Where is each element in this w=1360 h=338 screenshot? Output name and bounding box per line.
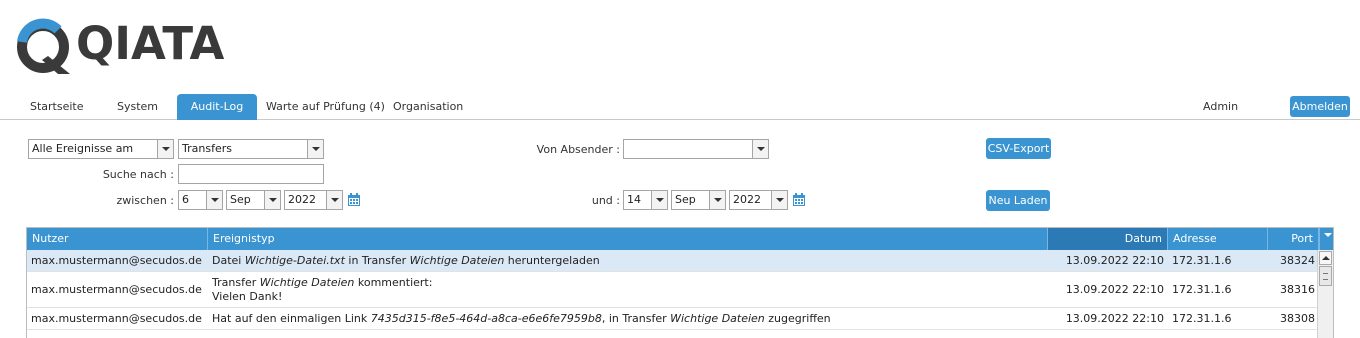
table-row[interactable]: max.mustermann@secudos.de Datei Wichtige… bbox=[27, 250, 1319, 272]
calendar-icon[interactable] bbox=[792, 193, 806, 207]
column-header-address[interactable]: Adresse bbox=[1168, 228, 1268, 250]
event-transfer: Wichtige Dateien bbox=[259, 275, 355, 289]
to-year-value: 2022 bbox=[733, 193, 761, 206]
cell-date: 13.09.2022 22:10 bbox=[1065, 312, 1164, 325]
to-month-value: Sep bbox=[675, 193, 696, 206]
event-text: zugegriffen bbox=[764, 312, 831, 325]
cell-port: 38324 bbox=[1280, 254, 1315, 267]
chevron-down-icon bbox=[752, 140, 768, 158]
event-link-id: 7435d315-f8e5-464d-a8ca-e6e6fe7959b8 bbox=[370, 312, 602, 325]
logo-wordmark: QIATA bbox=[76, 17, 225, 70]
and-label: und : bbox=[591, 194, 620, 207]
cell-port: 38308 bbox=[1280, 312, 1315, 325]
from-month-select[interactable]: Sep bbox=[226, 190, 281, 210]
column-header-user[interactable]: Nutzer bbox=[27, 228, 208, 250]
cell-address: 172.31.1.6 bbox=[1172, 254, 1232, 267]
tab-startseite[interactable]: Startseite bbox=[30, 94, 84, 120]
audit-log-grid: Nutzer Ereignistyp Datum Adresse Port ma… bbox=[26, 227, 1334, 338]
event-scope-select[interactable]: Alle Ereignisse am bbox=[28, 139, 174, 159]
qiata-logo bbox=[17, 18, 70, 74]
cell-address: 172.31.1.6 bbox=[1172, 312, 1232, 325]
column-menu-icon[interactable] bbox=[1319, 228, 1333, 250]
grid-scrollbar[interactable] bbox=[1317, 250, 1333, 338]
column-header-port[interactable]: Port bbox=[1268, 228, 1319, 250]
scroll-thumb[interactable] bbox=[1319, 266, 1332, 286]
event-text: in Transfer bbox=[344, 254, 410, 267]
event-transfer: Wichtige Dateien bbox=[409, 254, 505, 267]
cell-user: max.mustermann@secudos.de bbox=[31, 312, 202, 325]
search-input[interactable] bbox=[178, 164, 324, 184]
scroll-up-icon[interactable] bbox=[1319, 251, 1332, 265]
event-text: , in Transfer bbox=[601, 312, 671, 325]
reload-button[interactable]: Neu Laden bbox=[986, 190, 1050, 211]
chevron-down-icon bbox=[307, 140, 323, 158]
from-day-value: 6 bbox=[182, 193, 189, 206]
cell-user: max.mustermann@secudos.de bbox=[31, 254, 202, 267]
event-text: Hat auf den einmaligen Link bbox=[212, 312, 371, 325]
chevron-down-icon bbox=[264, 191, 280, 209]
tab-audit-log[interactable]: Audit-Log bbox=[177, 94, 257, 120]
event-multiline: Transfer Wichtige Dateien kommentiert: V… bbox=[212, 276, 432, 304]
event-text: Transfer bbox=[212, 275, 260, 289]
table-row[interactable]: max.mustermann@secudos.de Hat auf den ei… bbox=[27, 308, 1319, 330]
chevron-down-icon bbox=[651, 191, 667, 209]
sender-select[interactable] bbox=[623, 139, 769, 159]
csv-export-button[interactable]: CSV-Export bbox=[986, 138, 1051, 159]
event-comment: Vielen Dank! bbox=[212, 289, 283, 303]
to-day-value: 14 bbox=[627, 193, 641, 206]
search-label: Suche nach : bbox=[102, 168, 174, 181]
event-text: heruntergeladen bbox=[504, 254, 600, 267]
from-year-select[interactable]: 2022 bbox=[284, 190, 343, 210]
logout-button[interactable]: Abmelden bbox=[1290, 96, 1350, 117]
tab-warte-auf-pruefung[interactable]: Warte auf Prüfung (4) bbox=[266, 94, 385, 120]
to-month-select[interactable]: Sep bbox=[671, 190, 726, 210]
event-type-select[interactable]: Transfers bbox=[178, 139, 324, 159]
cell-user: max.mustermann@secudos.de bbox=[31, 283, 202, 296]
event-line-1: Transfer Wichtige Dateien kommentiert: bbox=[212, 276, 432, 290]
event-text: kommentiert: bbox=[354, 275, 433, 289]
column-header-event[interactable]: Ereignistyp bbox=[208, 228, 1048, 250]
chevron-down-icon bbox=[206, 191, 222, 209]
grid-header: Nutzer Ereignistyp Datum Adresse Port bbox=[27, 228, 1333, 250]
to-year-select[interactable]: 2022 bbox=[729, 190, 788, 210]
from-year-value: 2022 bbox=[288, 193, 316, 206]
tab-organisation[interactable]: Organisation bbox=[393, 94, 463, 120]
main-nav: Startseite System Audit-Log Warte auf Pr… bbox=[0, 94, 1360, 120]
column-header-date[interactable]: Datum bbox=[1048, 228, 1168, 250]
event-transfer: Wichtige Dateien bbox=[670, 312, 765, 325]
cell-event: Transfer Wichtige Dateien kommentiert: V… bbox=[208, 272, 1048, 307]
cell-date: 13.09.2022 22:10 bbox=[1065, 283, 1164, 296]
event-scope-value: Alle Ereignisse am bbox=[32, 142, 134, 155]
cell-port: 38316 bbox=[1280, 283, 1315, 296]
cell-address: 172.31.1.6 bbox=[1172, 283, 1232, 296]
event-file: Wichtige-Datei.txt bbox=[244, 254, 345, 267]
cell-date: 13.09.2022 22:10 bbox=[1065, 254, 1164, 267]
calendar-icon[interactable] bbox=[347, 193, 361, 207]
table-row[interactable]: max.mustermann@secudos.de Transfer Wicht… bbox=[27, 272, 1319, 308]
from-day-select[interactable]: 6 bbox=[178, 190, 223, 210]
cell-event: Hat auf den einmaligen Link 7435d315-f8e… bbox=[208, 308, 1048, 329]
event-type-value: Transfers bbox=[182, 142, 232, 155]
chevron-down-icon bbox=[709, 191, 725, 209]
chevron-down-icon bbox=[771, 191, 787, 209]
chevron-down-icon bbox=[157, 140, 173, 158]
tab-system[interactable]: System bbox=[117, 94, 158, 120]
between-label: zwischen : bbox=[116, 194, 174, 207]
event-text: Datei bbox=[212, 254, 245, 267]
sender-label: Von Absender : bbox=[536, 143, 620, 156]
to-day-select[interactable]: 14 bbox=[623, 190, 668, 210]
chevron-down-icon bbox=[326, 191, 342, 209]
from-month-value: Sep bbox=[230, 193, 251, 206]
current-user: Admin bbox=[1203, 100, 1239, 113]
cell-event: Datei Wichtige-Datei.txt in Transfer Wic… bbox=[208, 250, 1048, 271]
